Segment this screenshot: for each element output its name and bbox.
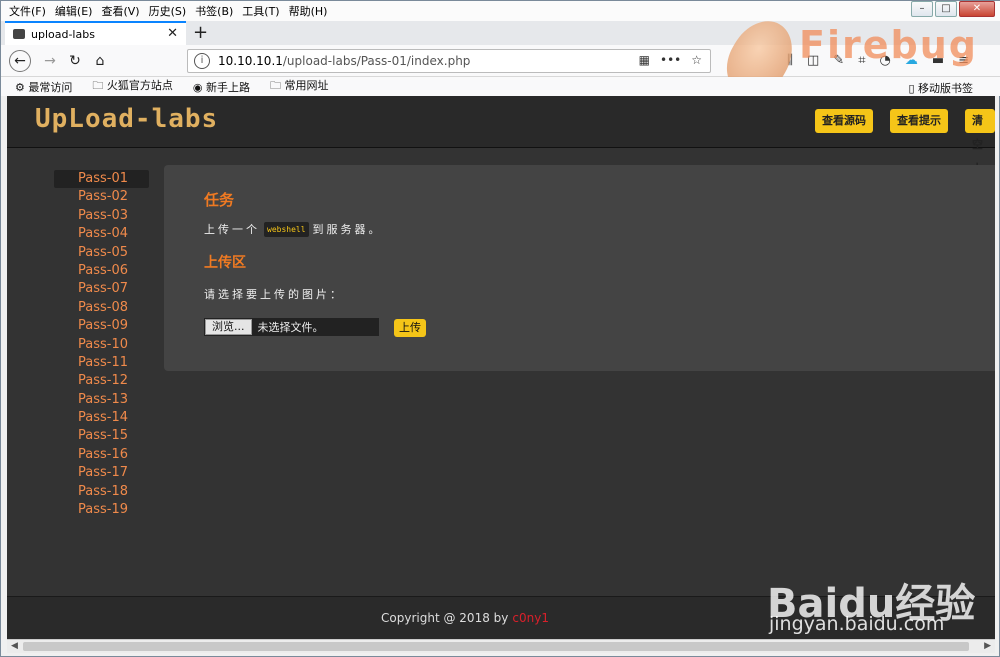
content-panel: 任务 上传一个 webshell 到服务器。 上传区 请选择要上传的图片： 浏览… [164,165,995,371]
more-actions-icon[interactable]: ••• [660,53,681,67]
menu-history[interactable]: 历史(S) [149,3,187,19]
forward-arrow-icon[interactable]: → [39,50,61,72]
baidu-url-watermark: jingyan.baidu.com [769,613,945,635]
sidebar-item-pass-17[interactable]: Pass-17 [54,464,149,482]
bookmark-firefox-site[interactable]: 🗀 火狐官方站点 [92,77,183,96]
bookmark-most-visited[interactable]: ⚙ 最常访问 [15,79,82,95]
browse-button[interactable]: 浏览... [205,319,252,335]
sidebar-item-pass-04[interactable]: Pass-04 [54,225,149,243]
sidebar-item-pass-12[interactable]: Pass-12 [54,372,149,390]
sidebar-item-pass-07[interactable]: Pass-07 [54,280,149,298]
web-page: UpLoad-labs 查看源码 查看提示 清空上 Pass-01 Pass-0… [7,96,995,639]
bookmark-common-sites[interactable]: 🗀 常用网址 [270,77,339,96]
view-hint-button[interactable]: 查看提示 [890,109,948,133]
scrollbar-thumb[interactable] [23,642,969,651]
menu-bar: 文件(F) 编辑(E) 查看(V) 历史(S) 书签(B) 工具(T) 帮助(H… [1,1,1000,21]
sidebar-item-pass-01[interactable]: Pass-01 [54,170,149,189]
bookmark-getting-started[interactable]: ◉ 新手上路 [193,79,260,95]
copyright-text: Copyright @ 2018 by [381,611,509,625]
sidebar-item-pass-19[interactable]: Pass-19 [54,501,149,519]
menu-tools[interactable]: 工具(T) [242,3,279,19]
menu-view[interactable]: 查看(V) [101,3,139,19]
sidebar-item-pass-11[interactable]: Pass-11 [54,354,149,372]
scroll-left-icon[interactable]: ◀ [11,640,18,653]
mobile-bookmarks[interactable]: ▯ 移动版书签 [908,80,983,96]
qr-code-icon[interactable]: ▦ [639,53,650,67]
sidebar-item-pass-03[interactable]: Pass-03 [54,207,149,225]
sidebar-item-pass-06[interactable]: Pass-06 [54,262,149,280]
sidebar-item-pass-15[interactable]: Pass-15 [54,427,149,445]
upload-heading: 上传区 [204,255,246,271]
site-logo: UpLoad-labs [35,104,219,134]
task-heading: 任务 [204,191,235,209]
scroll-right-icon[interactable]: ▶ [984,640,991,653]
minimize-button[interactable]: – [911,1,933,17]
no-file-label: 未选择文件。 [257,321,324,334]
sidebar-item-pass-16[interactable]: Pass-16 [54,446,149,464]
sidebar-item-pass-18[interactable]: Pass-18 [54,483,149,501]
sidebar-item-pass-08[interactable]: Pass-08 [54,299,149,317]
firebug-watermark: Firebug [799,23,978,67]
menu-bookmarks[interactable]: 书签(B) [195,3,233,19]
webshell-code: webshell [264,221,309,237]
page-favicon-icon [13,29,25,39]
upload-submit-button[interactable]: 上传 [394,319,426,337]
file-input[interactable]: 浏览... 未选择文件。 [204,318,379,336]
pass-list: Pass-01 Pass-02 Pass-03 Pass-04 Pass-05 … [54,170,149,519]
menu-edit[interactable]: 编辑(E) [55,3,93,19]
task-description: 上传一个 webshell 到服务器。 [204,221,383,237]
maximize-button[interactable]: □ [935,1,957,17]
home-icon[interactable]: ⌂ [89,50,111,72]
bookmark-star-icon[interactable]: ☆ [691,53,702,67]
author-link[interactable]: c0ny1 [512,611,549,625]
sidebar-item-pass-13[interactable]: Pass-13 [54,391,149,409]
back-arrow-icon[interactable]: ← [9,50,31,72]
close-window-button[interactable]: ✕ [959,1,995,17]
tab-title: upload-labs [31,27,95,41]
menu-help[interactable]: 帮助(H) [289,3,328,19]
close-tab-icon[interactable]: ✕ [167,26,178,41]
info-icon[interactable]: i [194,53,210,69]
window-controls: – □ ✕ [909,1,995,17]
reload-icon[interactable]: ↻ [64,50,86,72]
sidebar-item-pass-02[interactable]: Pass-02 [54,188,149,206]
url-bar[interactable]: i 10.10.10.1 /upload-labs/Pass-01/index.… [187,49,711,73]
tab-upload-labs[interactable]: upload-labs ✕ [5,21,186,45]
url-host: 10.10.10.1 [218,54,283,68]
url-path: /upload-labs/Pass-01/index.php [282,54,471,68]
horizontal-scrollbar[interactable]: ◀ ▶ [7,639,995,653]
sidebar-item-pass-09[interactable]: Pass-09 [54,317,149,335]
view-source-button[interactable]: 查看源码 [815,109,873,133]
sidebar-item-pass-14[interactable]: Pass-14 [54,409,149,427]
sidebar-item-pass-10[interactable]: Pass-10 [54,336,149,354]
site-header: UpLoad-labs 查看源码 查看提示 清空上 [7,96,995,175]
clear-button[interactable]: 清空上 [965,109,995,175]
bookmarks-toolbar: ⚙ 最常访问 🗀 火狐官方站点 ◉ 新手上路 🗀 常用网址 ▯ 移动版书签 [1,77,1000,96]
upload-prompt: 请选择要上传的图片： [204,288,344,301]
sidebar-item-pass-05[interactable]: Pass-05 [54,244,149,262]
new-tab-icon[interactable]: + [193,22,208,43]
browser-window: 文件(F) 编辑(E) 查看(V) 历史(S) 书签(B) 工具(T) 帮助(H… [0,0,1000,657]
menu-file[interactable]: 文件(F) [9,3,46,19]
